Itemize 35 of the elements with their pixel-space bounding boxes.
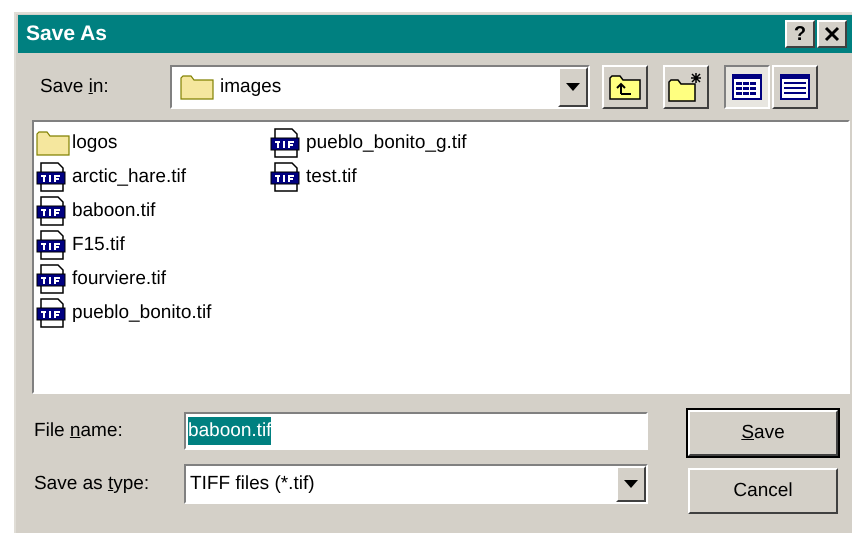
cancel-button[interactable]: Cancel (688, 468, 838, 514)
file-item[interactable]: pueblo_bonito.tif (36, 296, 270, 330)
new-folder-icon (668, 72, 704, 102)
file-name-label: File name: (34, 418, 124, 443)
file-item[interactable]: logos (36, 126, 270, 160)
details-view-icon (780, 74, 810, 100)
close-button[interactable] (817, 20, 847, 48)
file-item[interactable]: pueblo_bonito_g.tif (270, 126, 504, 160)
dropdown-arrow-icon (566, 83, 580, 91)
up-folder-icon (609, 74, 641, 100)
file-item[interactable]: arctic_hare.tif (36, 160, 270, 194)
save-in-value: images (220, 74, 282, 99)
close-icon (824, 26, 840, 42)
up-button[interactable] (602, 65, 648, 109)
help-button[interactable]: ? (785, 20, 815, 48)
save-as-type-label: Save as type: (34, 472, 150, 496)
folder-icon (180, 74, 214, 100)
dropdown-button[interactable] (616, 466, 646, 502)
file-item[interactable]: F15.tif (36, 228, 270, 262)
file-item[interactable]: fourviere.tif (36, 262, 270, 296)
dropdown-arrow-icon (624, 480, 638, 488)
list-view-icon (732, 74, 762, 100)
save-in-label: Save in: (40, 74, 110, 99)
file-name-field[interactable]: baboon.tif (184, 412, 648, 450)
details-button[interactable] (772, 65, 818, 109)
dropdown-button[interactable] (558, 67, 588, 107)
folder-icon (36, 130, 70, 156)
save-button[interactable]: Save (688, 410, 838, 456)
file-item[interactable]: test.tif (270, 160, 504, 194)
save-in-dropdown[interactable]: images (170, 65, 590, 109)
file-item[interactable]: baboon.tif (36, 194, 270, 228)
list-button[interactable] (724, 65, 770, 109)
file-type-dropdown[interactable]: TIFF files (*.tif) (184, 464, 648, 504)
window-title: Save As (26, 21, 108, 48)
new-folder-button[interactable] (663, 65, 709, 109)
